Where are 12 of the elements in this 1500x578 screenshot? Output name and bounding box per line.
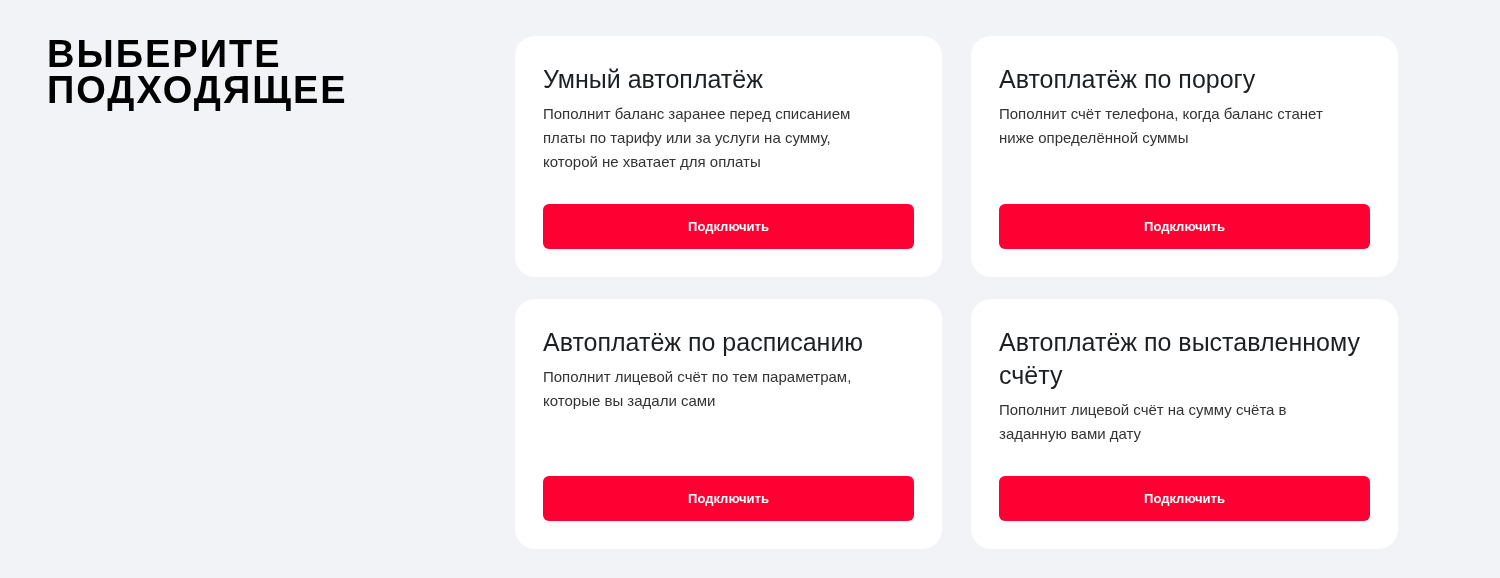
card-description: Пополнит баланс заранее перед списанием платы по тарифу или за услуги на сумму, которой не хватает для оплаты <box>543 104 852 172</box>
card-description: Пополнит лицевой счёт по тем параметрам, которые вы задали сами <box>543 367 853 411</box>
connect-button[interactable]: Подключить <box>543 476 914 521</box>
card-title: Автоплатёж по порогу <box>999 64 1257 95</box>
card-title: Умный автоплатёж <box>543 64 764 95</box>
card-title: Автоплатёж по расписанию <box>543 327 865 358</box>
connect-button[interactable]: Подключить <box>999 204 1370 249</box>
card-title: Автоплатёж по выставленному счёту <box>999 327 1361 391</box>
card-description: Пополнит счёт телефона, когда баланс станет ниже определённой суммы <box>999 104 1324 148</box>
connect-button[interactable]: Подключить <box>543 204 914 249</box>
connect-button[interactable]: Подключить <box>999 476 1370 521</box>
card-description: Пополнит лицевой счёт на сумму счёта в заданную вами дату <box>999 400 1288 444</box>
